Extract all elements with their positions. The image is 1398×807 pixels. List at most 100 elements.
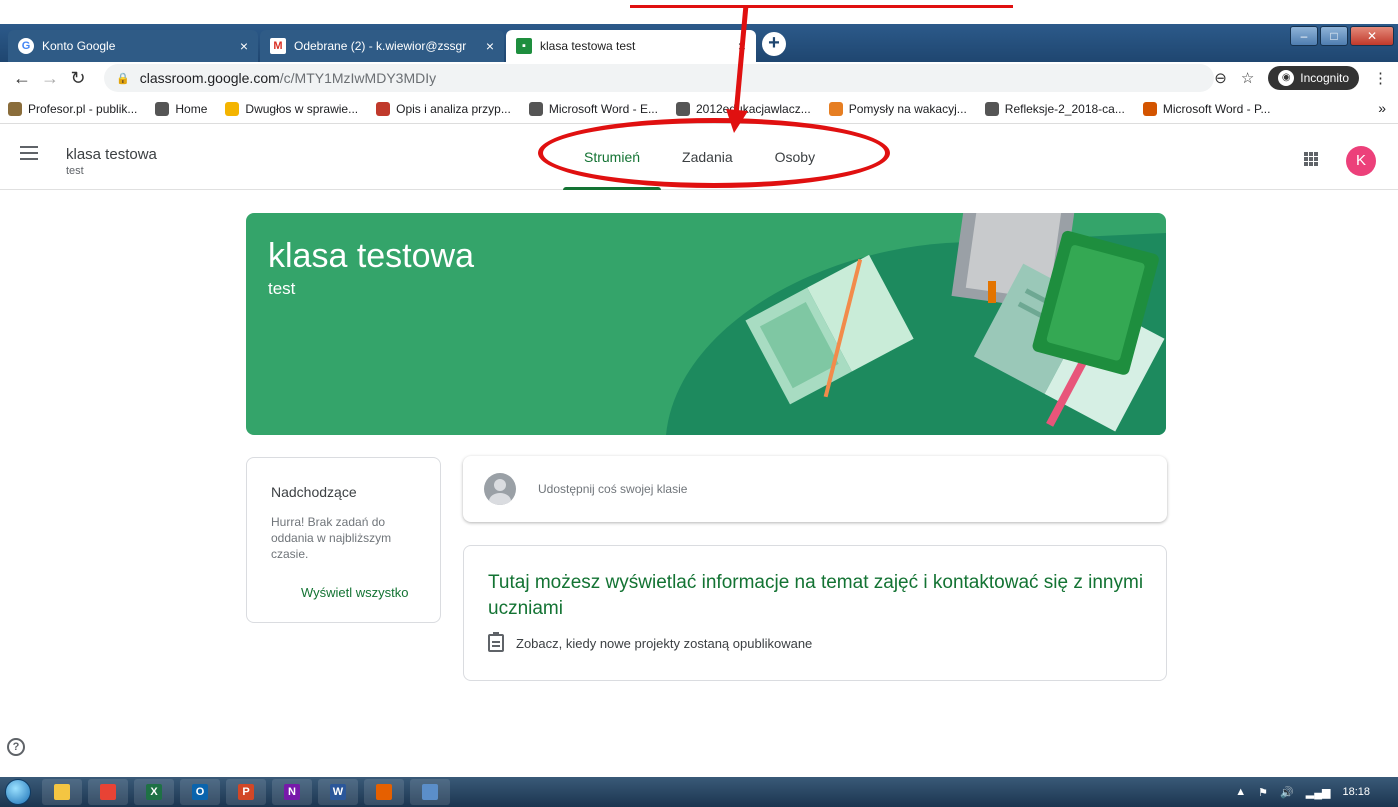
taskbar-app-outlook[interactable]: O — [180, 779, 220, 805]
bookmark-item[interactable]: Microsoft Word - E... — [528, 101, 658, 116]
upcoming-text: Hurra! Brak zadań do oddania w najbliższ… — [271, 515, 392, 561]
url-host: classroom.google.com — [139, 70, 280, 86]
address-bar: ← → ↻ 🔒 classroom.google.com/c/MTY1MzIwM… — [0, 62, 1398, 94]
firefox-icon — [376, 784, 392, 800]
taskbar-app-chrome[interactable] — [88, 779, 128, 805]
bookmark-item[interactable]: Dwugłos w sprawie... — [225, 101, 358, 116]
annotation-strip — [0, 0, 1398, 24]
signal-icon[interactable]: ▂▄▆ — [1306, 786, 1331, 799]
share-box[interactable]: Udostępnij coś swojej klasie — [463, 456, 1167, 522]
incognito-label: Incognito — [1300, 71, 1349, 85]
taskbar-app-excel[interactable]: X — [134, 779, 174, 805]
taskbar-app-powerpoint[interactable]: P — [226, 779, 266, 805]
taskbar-app-firefox[interactable] — [364, 779, 404, 805]
bookmark-favicon-icon — [528, 101, 543, 116]
more-vert-icon[interactable]: ⋮ — [1373, 69, 1388, 87]
system-tray: ▲ ⚑ 🔊 ▂▄▆ 18:18 — [1235, 777, 1398, 807]
clock[interactable]: 18:18 — [1342, 786, 1370, 798]
windows-taskbar: X O P N W ▲ ⚑ 🔊 ▂▄▆ 18:18 — [0, 777, 1398, 807]
class-banner: klasa testowa test — [246, 213, 1166, 435]
taskbar-app-explorer[interactable] — [42, 779, 82, 805]
lock-icon: 🔒 — [116, 72, 130, 85]
share-placeholder: Udostępnij coś swojej klasie — [538, 482, 688, 496]
maximize-button[interactable]: □ — [1320, 26, 1348, 46]
close-icon[interactable]: × — [486, 38, 494, 54]
close-icon[interactable]: × — [240, 38, 248, 54]
browser-tab-google-account[interactable]: G Konto Google × — [8, 30, 258, 62]
bookmark-favicon-icon — [225, 101, 240, 116]
upcoming-title: Nadchodzące — [271, 484, 357, 500]
bookmark-label: Microsoft Word - E... — [548, 101, 658, 116]
view-all-link[interactable]: Wyświetl wszystko — [301, 585, 409, 600]
taskbar-app-onenote[interactable]: N — [272, 779, 312, 805]
bookmark-item[interactable]: Refleksje-2_2018-ca... — [984, 101, 1125, 116]
bookmark-label: Pomysły na wakacyj... — [848, 101, 967, 116]
info-card: Tutaj możesz wyświetlać informacje na te… — [463, 545, 1167, 681]
word-icon: W — [330, 784, 346, 800]
taskbar-app-paint[interactable] — [410, 779, 450, 805]
bookmark-item[interactable]: Opis i analiza przyp... — [376, 101, 511, 116]
bookmark-item[interactable]: Profesor.pl - publik... — [8, 101, 138, 116]
annotation-underline — [630, 5, 1013, 8]
help-icon[interactable]: ? — [7, 738, 25, 756]
bookmark-item[interactable]: Microsoft Word - P... — [1142, 101, 1271, 116]
bookmark-label: Refleksje-2_2018-ca... — [1004, 101, 1125, 116]
bookmarks-more-icon[interactable]: » — [1378, 100, 1386, 116]
windows-logo-icon — [5, 779, 31, 805]
forward-arrow-icon[interactable]: → — [38, 68, 62, 89]
chrome-icon — [100, 784, 116, 800]
bookmark-favicon-icon — [828, 101, 843, 116]
volume-icon[interactable]: 🔊 — [1280, 786, 1294, 799]
class-name[interactable]: klasa testowa — [66, 146, 157, 163]
bookmark-favicon-icon — [1142, 101, 1157, 116]
back-arrow-icon[interactable]: ← — [10, 68, 34, 89]
bookmark-label: Home — [175, 101, 208, 116]
tab-title: Odebrane (2) - k.wiewior@zssgr — [294, 39, 467, 53]
google-icon: G — [18, 38, 34, 54]
browser-tab-gmail[interactable]: M Odebrane (2) - k.wiewior@zssgr × — [260, 30, 504, 62]
bookmark-favicon-icon — [8, 101, 22, 116]
start-button[interactable] — [0, 777, 36, 807]
incognito-icon: ◉ — [1278, 70, 1295, 86]
tab-title: Konto Google — [42, 39, 116, 53]
flag-icon[interactable]: ⚑ — [1258, 786, 1268, 799]
bookmark-label: Opis i analiza przyp... — [396, 101, 511, 116]
reload-icon[interactable]: ↻ — [66, 68, 90, 89]
info-row-text: Zobacz, kiedy nowe projekty zostaną opub… — [516, 635, 813, 651]
bookmark-item[interactable]: Pomysły na wakacyj... — [828, 101, 967, 116]
clipboard-icon — [488, 632, 504, 652]
bookmark-label: Profesor.pl - publik... — [28, 101, 138, 116]
excel-icon: X — [146, 784, 162, 800]
bookmark-label: Microsoft Word - P... — [1162, 101, 1271, 116]
minimize-button[interactable]: – — [1290, 26, 1318, 46]
taskbar-app-word[interactable]: W — [318, 779, 358, 805]
tray-expand-icon[interactable]: ▲ — [1235, 786, 1246, 798]
banner-title: klasa testowa — [268, 237, 474, 275]
annotation-arrow — [726, 5, 749, 133]
url-path: /c/MTY1MzIwMDY3MDIy — [279, 70, 437, 86]
info-title: Tutaj możesz wyświetlać informacje na te… — [488, 572, 1144, 619]
info-row: Zobacz, kiedy nowe projekty zostaną opub… — [488, 632, 813, 652]
close-window-button[interactable]: ✕ — [1350, 26, 1394, 46]
user-avatar-icon — [484, 473, 516, 505]
new-tab-button[interactable]: + — [762, 32, 786, 56]
banner-subtitle: test — [268, 279, 296, 298]
avatar[interactable]: K — [1346, 146, 1376, 176]
bookmark-favicon-icon — [376, 101, 391, 116]
window-controls: – □ ✕ — [1288, 26, 1394, 46]
bookmark-item[interactable]: Home — [155, 101, 208, 116]
incognito-badge[interactable]: ◉ Incognito — [1268, 66, 1359, 90]
hamburger-menu-icon[interactable] — [20, 146, 38, 160]
onenote-icon: N — [284, 784, 300, 800]
classroom-icon: ▪ — [516, 38, 532, 54]
gmail-icon: M — [270, 38, 286, 54]
upcoming-card: Nadchodzące Hurra! Brak zadań do oddania… — [246, 457, 441, 623]
url-input[interactable]: 🔒 classroom.google.com/c/MTY1MzIwMDY3MDI… — [104, 64, 1214, 92]
bookmark-favicon-icon — [155, 101, 170, 116]
screenshot-root: G Konto Google × M Odebrane (2) - k.wiew… — [0, 0, 1398, 807]
star-icon[interactable]: ☆ — [1241, 69, 1254, 87]
zoom-icon[interactable]: ⊖ — [1214, 69, 1227, 87]
browser-tab-bar: G Konto Google × M Odebrane (2) - k.wiew… — [0, 24, 1398, 62]
powerpoint-icon: P — [238, 784, 254, 800]
apps-grid-icon[interactable] — [1304, 152, 1318, 166]
